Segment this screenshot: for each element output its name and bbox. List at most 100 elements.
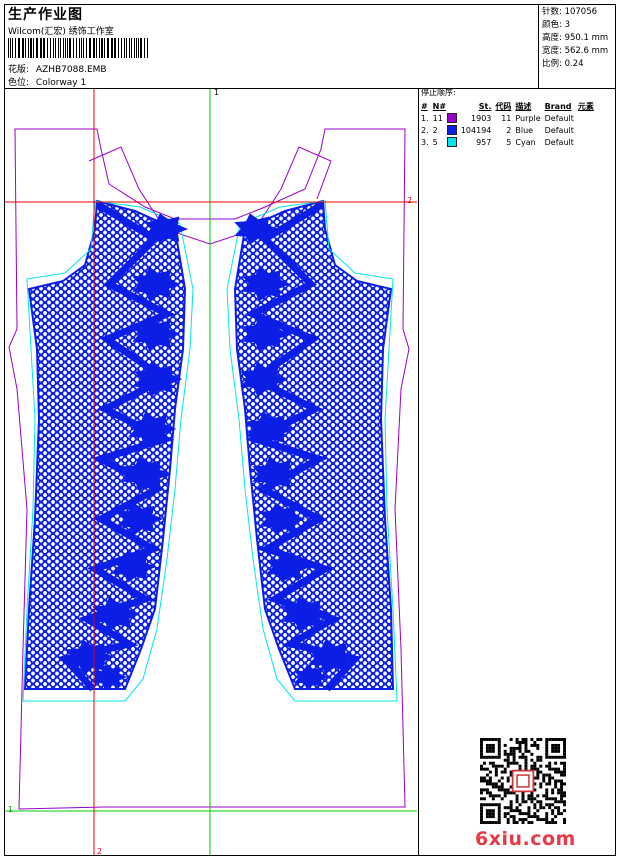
barcode-bar [12, 38, 13, 58]
color-swatch [446, 137, 457, 147]
barcode-bar [101, 38, 103, 58]
qr-code [480, 738, 566, 824]
stat-scale: 比例: 0.24 [542, 58, 608, 71]
row-index: 2. [421, 125, 429, 135]
axis-label-left: 1 [8, 805, 14, 814]
table-row: 1. 11 1903 11 Purple Default [420, 112, 597, 124]
barcode-bar [124, 38, 125, 58]
stats-divider [538, 4, 539, 88]
color-swatch [446, 125, 457, 135]
stat-height-label: 高度: [542, 33, 562, 43]
barcode-bar [86, 38, 87, 58]
row-code: 2 [506, 125, 512, 135]
stat-width-label: 宽度: [542, 46, 562, 56]
barcode-bar [99, 38, 100, 58]
row-needle: 2 [432, 125, 438, 135]
barcode-bar [121, 38, 122, 58]
barcode-bar [129, 38, 130, 58]
barcode-bar [144, 38, 145, 58]
barcode-bar [22, 38, 24, 58]
barcode-bar [114, 38, 116, 58]
site-logo: 6xiu.com [475, 828, 576, 850]
barcode-bar [147, 38, 148, 58]
design-stats: 针数: 107056 颜色: 3 高度: 950.1 mm 宽度: 562.6 … [542, 6, 608, 71]
table-row: 3. 5 957 5 Cyan Default [420, 136, 597, 148]
row-index: 1. [421, 113, 429, 123]
col-stitches: St. [478, 102, 492, 111]
barcode-bar [10, 38, 11, 58]
embroidery-design [5, 89, 417, 855]
stat-height-value: 950.1 mm [564, 33, 609, 43]
axis-label-top: 1 [214, 88, 220, 97]
stat-stitches-label: 针数: [542, 7, 562, 17]
color-swatch [446, 113, 457, 123]
stat-stitches-value: 107056 [564, 7, 598, 17]
barcode-bar [76, 38, 77, 58]
barcode-bar [107, 38, 109, 58]
panel-divider [418, 88, 419, 856]
colorway-row: 色位: Colorway 1 [8, 75, 86, 88]
barcode-bar [53, 38, 54, 58]
row-description: Cyan [515, 137, 536, 147]
barcode-bar [8, 38, 9, 58]
barcode-bar [104, 38, 105, 58]
barcode-bar [30, 38, 32, 58]
barcode-bar [25, 38, 26, 58]
barcode-bar [55, 38, 56, 58]
stop-sequence-title: 停止顺序: [421, 88, 456, 97]
col-code: 代码 [495, 102, 512, 111]
design-file-value: AZHB7088.EMB [35, 65, 107, 75]
stat-colors-label: 颜色: [542, 20, 562, 30]
barcode-bar [67, 38, 68, 58]
row-stitches: 1903 [471, 113, 492, 123]
barcode-bar [73, 38, 74, 58]
barcode-bar [50, 38, 51, 58]
row-code: 11 [501, 113, 512, 123]
row-description: Blue [515, 125, 534, 135]
row-needle: 11 [432, 113, 443, 123]
stat-height: 高度: 950.1 mm [542, 32, 608, 45]
colorway-label: 色位: [8, 78, 30, 88]
row-swatch [446, 112, 460, 124]
barcode-bar [28, 38, 29, 58]
company-name: Wilcom(汇宏) 绣饰工作室 [8, 27, 114, 37]
row-element [577, 136, 597, 148]
barcode-bar [96, 38, 97, 58]
stat-stitches: 针数: 107056 [542, 6, 608, 19]
barcode-bar [140, 38, 142, 58]
stat-scale-value: 0.24 [564, 59, 584, 69]
barcode-bar [93, 38, 95, 58]
barcode-bar [33, 38, 34, 58]
row-element [577, 112, 597, 124]
row-stitches: 957 [476, 137, 492, 147]
col-index: # [421, 102, 428, 111]
table-row: 2. 2 104194 2 Blue Default [420, 124, 597, 136]
barcode-bar [47, 38, 48, 58]
axis-label-right: 2 [407, 196, 413, 205]
col-description: 描述 [515, 102, 532, 111]
barcode-bar [126, 38, 127, 58]
row-element [577, 124, 597, 136]
barcode-bar [40, 38, 42, 58]
barcode-bar [69, 38, 71, 58]
barcode-bar [63, 38, 64, 58]
barcode-bar [83, 38, 84, 58]
color-sequence-table: # N# St. 代码 描述 Brand 元素 1. 11 1903 11 Purple… [420, 101, 597, 148]
design-file-label: 花版: [8, 65, 30, 75]
col-brand: Brand [544, 102, 572, 111]
barcode-bar [58, 38, 59, 58]
table-header-row: # N# St. 代码 描述 Brand 元素 [420, 101, 597, 112]
row-needle: 5 [432, 137, 438, 147]
barcode-bar [81, 38, 82, 58]
row-stitches: 104194 [460, 125, 492, 135]
barcode-bar [60, 38, 61, 58]
barcode-bar [89, 38, 91, 58]
stat-scale-label: 比例: [542, 59, 562, 69]
row-brand: Default [544, 125, 574, 135]
col-needle: N# [432, 102, 447, 111]
barcode-bar [43, 38, 45, 58]
row-code: 5 [506, 137, 512, 147]
barcode [8, 38, 148, 58]
barcode-bar [36, 38, 38, 58]
stat-width: 宽度: 562.6 mm [542, 45, 608, 58]
